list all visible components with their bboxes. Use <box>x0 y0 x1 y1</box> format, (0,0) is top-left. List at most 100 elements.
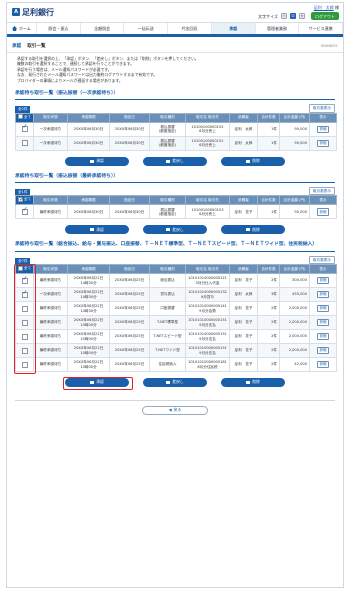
return-icon <box>166 159 171 163</box>
return-label: 差戻し <box>172 157 184 163</box>
section3-return-button[interactable]: 差戻し <box>143 378 207 388</box>
section3-approve-button[interactable]: 承認 <box>65 378 129 388</box>
section1-delete-button[interactable]: 削除 <box>221 156 285 166</box>
nav-balance[interactable]: 全額照会 <box>81 23 125 34</box>
section3-delete-button[interactable]: 削除 <box>221 378 285 388</box>
table-row[interactable]: 一次承認待ち20XX年06月30日20XX年06月30日振込振替 (都度指定)1… <box>15 121 337 137</box>
row-date: 20XX年06月30日 <box>109 121 150 137</box>
col-date: 指定日 <box>109 264 150 275</box>
row-deadline: 20XX年06月22日 14時30分 <box>67 273 110 289</box>
select-all-checkbox[interactable] <box>17 114 23 120</box>
row-checkbox[interactable] <box>21 347 28 354</box>
row-checkbox[interactable] <box>21 361 28 368</box>
row-select-cell[interactable] <box>15 357 34 373</box>
nav-inquiry-transfer[interactable]: 照会・振込 <box>37 23 81 34</box>
select-all-checkbox[interactable] <box>17 196 24 204</box>
detail-button[interactable]: 詳細 <box>316 290 330 299</box>
bank-logo[interactable]: A 足利銀行 <box>12 7 54 17</box>
row-deadline: 20XX年06月22日 10時00分 <box>67 315 110 331</box>
row-select-cell[interactable] <box>15 301 34 317</box>
row-select-cell[interactable] <box>15 121 34 137</box>
table-row[interactable]: 最終承認待ち20XX年06月30日20XX年06月30日振込振替 (都度指定)1… <box>15 204 337 220</box>
row-checkbox[interactable] <box>21 277 28 284</box>
description: 承認する取引を選択の上、「承認」ボタン、「差戻し」ボタン、または「削除」ボタンを… <box>7 53 343 83</box>
section1-approve-button[interactable]: 承認 <box>65 156 129 166</box>
row-status: 一次承認待ち <box>33 121 68 137</box>
row-select-cell[interactable] <box>15 204 34 220</box>
row-name: 10101010000000151 9月分支払 <box>185 329 230 345</box>
row-checkbox[interactable] <box>21 319 28 326</box>
nav-home[interactable]: ホーム <box>7 23 37 34</box>
row-checkbox[interactable] <box>21 208 28 215</box>
row-checkbox[interactable] <box>21 140 28 147</box>
detail-button[interactable]: 詳細 <box>316 276 330 285</box>
return-icon <box>166 228 171 232</box>
detail-button[interactable]: 詳細 <box>316 139 330 147</box>
section2-actions: 承認 差戻し 削除 <box>7 225 343 235</box>
nav-collection[interactable]: 代金回収 <box>168 23 212 34</box>
row-count: 2件 <box>257 273 280 289</box>
detail-button[interactable]: 詳細 <box>316 304 330 313</box>
row-checkbox[interactable] <box>21 291 28 298</box>
footer-divider <box>15 400 335 402</box>
section2-delete-button[interactable]: 削除 <box>221 225 285 235</box>
detail-button[interactable]: 詳細 <box>316 125 330 133</box>
user-name[interactable]: 足利 太郎 <box>314 5 334 10</box>
section3-display-toggle-button[interactable]: 取引数表示 <box>309 255 335 265</box>
col-date: 指定日 <box>109 195 150 206</box>
table-row[interactable]: 最終承認待ち 20XX年06月22日 10時00分 20XX年06月25日 住民税納入… <box>15 357 337 373</box>
nav-service-link[interactable]: サービス連携 <box>299 23 343 34</box>
font-size-large-button[interactable]: 大 <box>299 13 305 19</box>
row-count: 2件 <box>257 315 280 331</box>
detail-button[interactable]: 詳細 <box>316 208 330 216</box>
font-size-medium-button[interactable]: 中 <box>290 13 296 19</box>
detail-button[interactable]: 詳細 <box>316 318 330 327</box>
nav-batch[interactable]: 一括伝送 <box>124 23 169 34</box>
section2-display-toggle-button[interactable]: 取引数表示 <box>309 186 335 196</box>
back-button[interactable]: ◀ 戻る <box>142 406 208 416</box>
table-row[interactable]: 一次承認待ち20XX年06月22日 14時30分20XX年06月25日賞与振込1… <box>15 287 337 303</box>
font-size-small-button[interactable]: 小 <box>281 13 287 19</box>
section1-return-button[interactable]: 差戻し <box>143 156 207 166</box>
row-deadline: 20XX年06月30日 <box>67 121 110 137</box>
table-row[interactable]: 最終承認待ち 20XX年06月22日 14時30分 20XX年06月25日 口座振替 1… <box>15 301 337 317</box>
row-type: 住民税納入 <box>149 357 186 373</box>
row-amount: 42,000 <box>279 357 310 373</box>
detail-button[interactable]: 詳細 <box>316 360 330 369</box>
row-checkbox[interactable] <box>21 333 28 340</box>
row-requester: 足利 太郎 <box>229 121 258 137</box>
section1-display-toggle-button[interactable]: 取引数表示 <box>309 104 335 113</box>
section2-return-button[interactable]: 差戻し <box>143 225 207 235</box>
detail-button[interactable]: 詳細 <box>316 332 330 341</box>
nav-admin[interactable]: 管理者業務 <box>256 23 300 34</box>
col-deadline: 承認期限 <box>67 112 110 123</box>
logout-button[interactable]: ログアウト <box>311 12 339 20</box>
select-all-header[interactable]: 全て <box>15 264 34 275</box>
row-checkbox[interactable] <box>21 125 28 133</box>
row-status: 最終承認待ち <box>33 301 68 317</box>
select-all-header[interactable]: 全て <box>15 112 34 123</box>
row-select-cell[interactable] <box>15 135 34 151</box>
row-select-cell[interactable] <box>15 315 34 331</box>
row-select-cell[interactable] <box>15 287 34 303</box>
row-select-cell[interactable] <box>15 329 34 345</box>
detail-button[interactable]: 詳細 <box>316 346 330 355</box>
row-select-cell[interactable] <box>15 343 34 359</box>
select-all-checkbox[interactable] <box>17 265 23 271</box>
nav-approval[interactable]: 承認 <box>211 23 256 34</box>
row-name: 10101010000000151 9月分支払 <box>185 315 230 331</box>
section2-approve-button[interactable]: 承認 <box>65 225 129 235</box>
row-select-cell[interactable] <box>15 273 34 289</box>
table-row[interactable]: 最終承認待ち 20XX年06月22日 10時00分 20XX年06月25日 T-NET… <box>15 343 337 359</box>
table-row[interactable]: 最終承認待ち 20XX年06月22日 10時00分 20XX年06月25日 T-NET… <box>15 315 337 331</box>
table-row[interactable]: 最終承認待ち 20XX年06月22日 10時00分 20XX年06月25日 T-NET… <box>15 329 337 345</box>
section2-table: 全て 取引状態 承認期限 指定日 取引種別 取引名 取引先 依頼者 合計件数 合… <box>15 195 337 220</box>
table-row[interactable]: 最終承認待ち20XX年06月22日 14時30分20XX年06月25日総合振込1… <box>15 273 337 289</box>
delete-label: 削除 <box>252 226 260 232</box>
select-all-header[interactable]: 全て <box>15 195 34 206</box>
home-icon <box>12 26 18 31</box>
col-requester: 依頼者 <box>229 264 258 275</box>
row-checkbox[interactable] <box>21 305 28 312</box>
row-count: 2件 <box>257 343 280 359</box>
table-row[interactable]: 一次承認待ち20XX年06月30日20XX年06月30日振込振替 (都度指定)1… <box>15 135 337 151</box>
